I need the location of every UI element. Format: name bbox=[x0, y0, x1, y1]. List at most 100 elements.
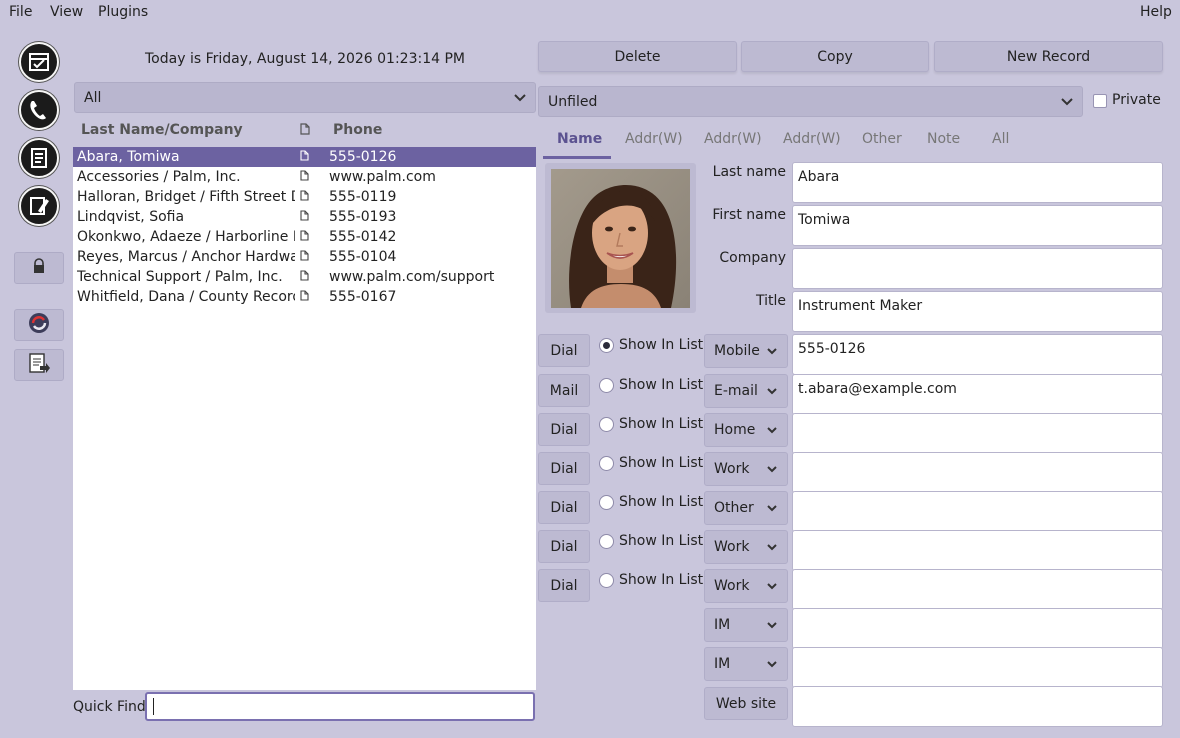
quickfind-input[interactable] bbox=[145, 692, 535, 721]
contact-list-row[interactable]: Okonkwo, Adaeze / Harborline Inst 555-014… bbox=[73, 227, 536, 247]
phone-field[interactable] bbox=[792, 530, 1163, 571]
new-record-button[interactable]: New Record bbox=[934, 41, 1163, 72]
category-filter-value: All bbox=[84, 89, 102, 106]
phone-type-value: Home bbox=[714, 422, 756, 438]
tab-all[interactable]: All bbox=[992, 131, 1009, 147]
menu-file[interactable]: File bbox=[9, 4, 32, 20]
phone-type-select[interactable]: Mobile bbox=[704, 334, 788, 368]
email-field[interactable]: t.abara@example.com bbox=[792, 374, 1163, 415]
menu-view[interactable]: View bbox=[50, 4, 83, 20]
dial-button[interactable]: Dial bbox=[538, 530, 590, 563]
contact-photo bbox=[551, 169, 690, 308]
menu-plugins[interactable]: Plugins bbox=[98, 4, 148, 20]
contact-list-row[interactable]: Halloran, Bridget / Fifth Street Den 555-… bbox=[73, 187, 536, 207]
tab-addr-1[interactable]: Addr(W) bbox=[625, 131, 683, 147]
phone-field[interactable] bbox=[792, 491, 1163, 532]
company-field[interactable] bbox=[792, 248, 1163, 289]
column-header-phone[interactable]: Phone bbox=[333, 122, 382, 138]
phone-type-select[interactable]: Work bbox=[704, 530, 788, 564]
chevron-down-icon bbox=[767, 348, 777, 355]
im-type-select[interactable]: IM bbox=[704, 608, 788, 642]
title-field[interactable]: Instrument Maker bbox=[792, 291, 1163, 332]
tab-name[interactable]: Name bbox=[557, 131, 602, 147]
last-name-field[interactable]: Abara bbox=[792, 162, 1163, 203]
lock-button[interactable] bbox=[14, 252, 64, 284]
contact-phone: www.palm.com/support bbox=[329, 269, 495, 285]
dial-button[interactable]: Dial bbox=[538, 334, 590, 367]
dial-button[interactable]: Dial bbox=[538, 491, 590, 524]
datebook-button[interactable] bbox=[14, 40, 64, 84]
show-in-list-radio[interactable] bbox=[599, 338, 614, 353]
contact-name: Lindqvist, Sofia bbox=[77, 209, 185, 225]
category-filter-select[interactable]: All bbox=[74, 82, 536, 113]
note-icon bbox=[300, 169, 310, 185]
list-header: Last Name/Company Phone bbox=[74, 118, 536, 144]
record-category-select[interactable]: Unfiled bbox=[538, 86, 1083, 117]
show-in-list-radio[interactable] bbox=[599, 534, 614, 549]
im-type-value: IM bbox=[714, 617, 731, 633]
todo-button[interactable] bbox=[14, 136, 64, 180]
contact-phone: 555-0126 bbox=[329, 149, 397, 165]
website-button[interactable]: Web site bbox=[704, 687, 788, 720]
contact-phone: 555-0119 bbox=[329, 189, 397, 205]
dial-button[interactable]: Dial bbox=[538, 413, 590, 446]
menu-help[interactable]: Help bbox=[1140, 4, 1172, 20]
tab-addr-3[interactable]: Addr(W) bbox=[783, 131, 841, 147]
note-icon bbox=[300, 209, 310, 225]
addressbook-button[interactable] bbox=[14, 88, 64, 132]
phone-field[interactable] bbox=[792, 452, 1163, 493]
column-header-name[interactable]: Last Name/Company bbox=[81, 122, 243, 138]
show-in-list-radio[interactable] bbox=[599, 573, 614, 588]
dial-button[interactable]: Dial bbox=[538, 569, 590, 602]
contact-list-row[interactable]: Accessories / Palm, Inc. www.palm.com bbox=[73, 167, 536, 187]
phone-field[interactable]: 555-0126 bbox=[792, 334, 1163, 375]
show-in-list-radio[interactable] bbox=[599, 378, 614, 393]
show-in-list-label: Show In List bbox=[619, 455, 704, 471]
contact-list-row[interactable]: Technical Support / Palm, Inc. www.palm.c… bbox=[73, 267, 536, 287]
show-in-list-label: Show In List bbox=[619, 416, 704, 432]
im-type-select[interactable]: IM bbox=[704, 647, 788, 681]
contact-phone: 555-0167 bbox=[329, 289, 397, 305]
contact-list-row[interactable]: Reyes, Marcus / Anchor Hardware 555-0104 bbox=[73, 247, 536, 267]
contact-phone: www.palm.com bbox=[329, 169, 436, 185]
copy-button[interactable]: Copy bbox=[741, 41, 929, 72]
delete-button[interactable]: Delete bbox=[538, 41, 737, 72]
im-field[interactable] bbox=[792, 647, 1163, 688]
show-in-list-label: Show In List bbox=[619, 533, 704, 549]
website-field[interactable] bbox=[792, 686, 1163, 727]
phone-type-value: Work bbox=[714, 539, 750, 555]
export-button[interactable] bbox=[14, 349, 64, 381]
chevron-down-icon bbox=[767, 583, 777, 590]
export-icon bbox=[27, 351, 51, 379]
tab-addr-2[interactable]: Addr(W) bbox=[704, 131, 762, 147]
tab-other[interactable]: Other bbox=[862, 131, 902, 147]
phone-field[interactable] bbox=[792, 569, 1163, 610]
mail-button[interactable]: Mail bbox=[538, 374, 590, 407]
dial-button[interactable]: Dial bbox=[538, 452, 590, 485]
tab-note[interactable]: Note bbox=[927, 131, 960, 147]
phone-type-select[interactable]: Work bbox=[704, 569, 788, 603]
first-name-field[interactable]: Tomiwa bbox=[792, 205, 1163, 246]
memo-button[interactable] bbox=[14, 184, 64, 228]
chevron-down-icon bbox=[514, 93, 526, 101]
phone-type-select[interactable]: E-mail bbox=[704, 374, 788, 408]
private-checkbox[interactable] bbox=[1093, 94, 1107, 108]
company-label: Company bbox=[719, 250, 786, 266]
phone-type-select[interactable]: Work bbox=[704, 452, 788, 486]
show-in-list-radio[interactable] bbox=[599, 495, 614, 510]
contact-phone: 555-0104 bbox=[329, 249, 397, 265]
im-field[interactable] bbox=[792, 608, 1163, 649]
sync-button[interactable] bbox=[14, 309, 64, 341]
last-name-label: Last name bbox=[712, 164, 786, 180]
im-type-value: IM bbox=[714, 656, 731, 672]
chevron-down-icon bbox=[767, 388, 777, 395]
phone-type-select[interactable]: Other bbox=[704, 491, 788, 525]
contact-list[interactable]: Abara, Tomiwa 555-0126 Accessories / Palm,… bbox=[73, 147, 536, 690]
show-in-list-radio[interactable] bbox=[599, 417, 614, 432]
show-in-list-radio[interactable] bbox=[599, 456, 614, 471]
phone-type-select[interactable]: Home bbox=[704, 413, 788, 447]
contact-list-row[interactable]: Lindqvist, Sofia 555-0193 bbox=[73, 207, 536, 227]
contact-list-row[interactable]: Whitfield, Dana / County Records O 555-01… bbox=[73, 287, 536, 307]
phone-field[interactable] bbox=[792, 413, 1163, 454]
contact-list-row[interactable]: Abara, Tomiwa 555-0126 bbox=[73, 147, 536, 167]
